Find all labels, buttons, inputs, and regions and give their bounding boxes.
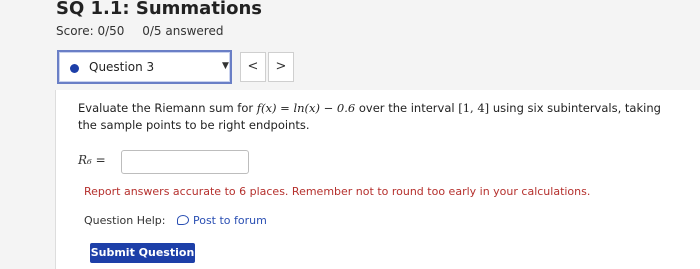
interval-expression: [1, 4] (458, 101, 490, 115)
question-card: Evaluate the Riemann sum for f(x) = ln(x… (55, 90, 700, 269)
score-text: Score: 0/50 (56, 24, 125, 38)
chat-bubble-icon (176, 215, 189, 225)
next-question-button[interactable]: > (268, 52, 294, 82)
function-expression: f(x) = ln(x) − 0.6 (256, 101, 356, 115)
header: SQ 1.1: Summations Score: 0/50 0/5 answe… (0, 0, 700, 48)
help-label: Question Help: (84, 214, 166, 227)
answer-label: R₆ = (78, 153, 106, 167)
score-summary: Score: 0/50 0/5 answered (56, 24, 223, 38)
prompt-text-1: Evaluate the Riemann sum for (78, 101, 254, 115)
prompt-text-2: over the interval (358, 101, 455, 115)
post-to-forum-link[interactable]: Post to forum (176, 214, 267, 227)
answered-count: 0/5 answered (142, 24, 224, 38)
previous-question-button[interactable]: < (240, 52, 266, 82)
question-prompt: Evaluate the Riemann sum for f(x) = ln(x… (78, 100, 678, 134)
answer-input[interactable] (121, 150, 249, 174)
page-title: SQ 1.1: Summations (56, 0, 262, 19)
accuracy-notice: Report answers accurate to 6 places. Rem… (84, 185, 591, 198)
question-help: Question Help: Post to forum (84, 214, 267, 227)
chevron-down-icon: ▼ (222, 61, 229, 71)
question-status-dot-icon (70, 64, 79, 73)
post-to-forum-label: Post to forum (192, 214, 267, 227)
question-select[interactable]: Question 3 ▼ (57, 50, 232, 84)
question-navigation: Question 3 ▼ < > (55, 48, 700, 90)
question-select-label: Question 3 (89, 60, 155, 74)
submit-question-button[interactable]: Submit Question (90, 243, 195, 263)
